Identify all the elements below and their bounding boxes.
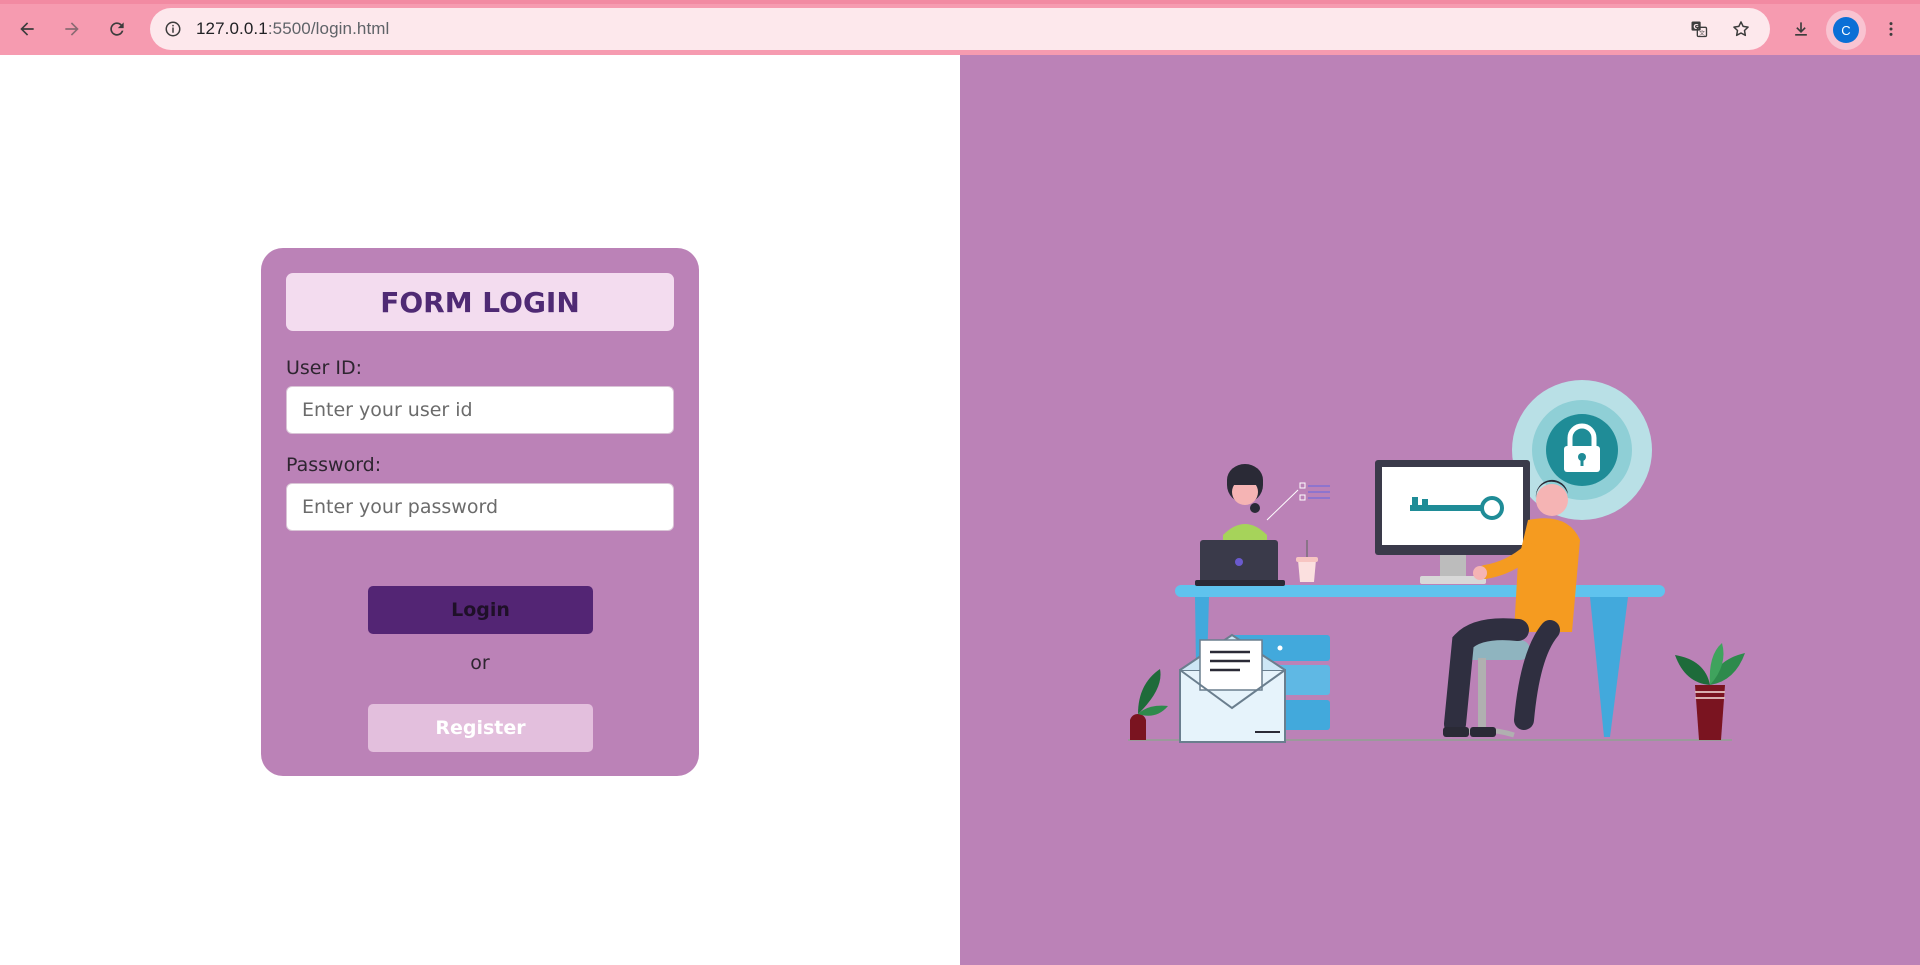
svg-text:文: 文: [1699, 29, 1705, 37]
translate-button[interactable]: G文: [1684, 14, 1714, 44]
form-title: FORM LOGIN: [286, 273, 674, 331]
star-icon: [1733, 21, 1749, 37]
bookmark-button[interactable]: [1726, 14, 1756, 44]
reload-icon: [110, 22, 124, 36]
url-path: :5500/login.html: [267, 19, 390, 38]
register-button[interactable]: Register: [368, 704, 593, 752]
back-arrow-icon: [20, 22, 34, 36]
login-form-card: FORM LOGIN User ID: Password: Login or R…: [261, 248, 699, 776]
page-content: FORM LOGIN User ID: Password: Login or R…: [0, 55, 1920, 965]
info-icon: [165, 21, 181, 37]
downloads-button[interactable]: [1784, 12, 1818, 46]
forward-button[interactable]: [55, 12, 89, 46]
url-text: 127.0.0.1:5500/login.html: [196, 19, 389, 39]
lock-badge-icon: [1512, 380, 1652, 520]
url-host: 127.0.0.1: [196, 19, 268, 38]
cup-icon: [1296, 540, 1318, 582]
plant-right-icon: [1675, 643, 1745, 740]
form-section: FORM LOGIN User ID: Password: Login or R…: [0, 55, 960, 965]
kebab-menu-icon: [1889, 22, 1893, 36]
password-label: Password:: [286, 454, 382, 476]
browser-menu-button[interactable]: [1874, 12, 1908, 46]
office-security-illustration: [1128, 380, 1745, 743]
profile-button[interactable]: C: [1826, 10, 1866, 50]
reload-button[interactable]: [100, 12, 134, 46]
user-id-input[interactable]: [286, 386, 674, 434]
or-separator: or: [470, 652, 490, 674]
login-button[interactable]: Login: [368, 586, 593, 634]
browser-toolbar: 127.0.0.1:5500/login.html G文 C: [0, 0, 1920, 55]
site-info-button[interactable]: [158, 14, 188, 44]
plant-left-icon: [1130, 669, 1168, 740]
avatar: C: [1833, 17, 1859, 43]
password-input[interactable]: [286, 483, 674, 531]
address-bar[interactable]: 127.0.0.1:5500/login.html G文: [150, 8, 1770, 50]
download-icon: [1795, 22, 1807, 36]
user-id-label: User ID:: [286, 357, 362, 379]
forward-arrow-icon: [65, 22, 79, 36]
translate-icon: G文: [1691, 21, 1708, 38]
back-button[interactable]: [10, 12, 44, 46]
